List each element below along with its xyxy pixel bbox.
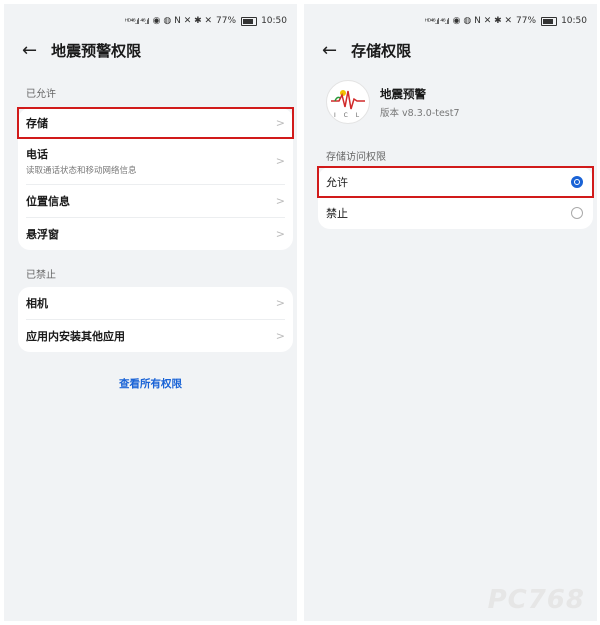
app-info: I C L 地震预警 版本 v8.3.0-test7 (326, 80, 460, 124)
permission-item-phone[interactable]: 电话 读取通话状态和移动网络信息 > (18, 138, 293, 184)
allowed-section-label: 已允许 (26, 89, 56, 100)
option-deny[interactable]: 禁止 (318, 197, 593, 229)
battery-icon (541, 16, 558, 26)
battery-percent: 77% (516, 16, 537, 26)
allowed-permissions-card: 存储 > 电话 读取通话状态和移动网络信息 > 位置信息 > 悬浮窗 > (17, 107, 294, 250)
permission-item-location[interactable]: 位置信息 > (18, 185, 293, 217)
page-title: 地震预警权限 (51, 42, 142, 60)
clock: 10:50 (261, 16, 287, 26)
signal-icon: ᴴᴰ⁴⁶.ıl ⁴⁶.ıl (124, 16, 150, 26)
app-name: 地震预警 (380, 86, 426, 101)
permission-item-camera[interactable]: 相机 > (18, 287, 293, 319)
permission-label: 电话 (26, 148, 48, 161)
app-logo-text: I C L (333, 112, 363, 119)
battery-percent: 77% (216, 16, 237, 26)
status-icons: ◉ ◍ N ✕ ✱ ✕ (452, 16, 513, 26)
option-label: 允许 (326, 176, 348, 189)
permission-item-install-apps[interactable]: 应用内安装其他应用 > (18, 320, 293, 352)
storage-permission-panel: ᴴᴰ⁴⁶.ıl ⁴⁶.ıl ◉ ◍ N ✕ ✱ ✕ 77% 10:50 ← 存储… (304, 4, 597, 621)
chevron-right-icon: > (275, 194, 285, 208)
permission-label: 悬浮窗 (26, 228, 59, 241)
battery-icon (241, 16, 258, 26)
back-arrow-icon[interactable]: ← (322, 41, 337, 60)
app-logo-icon: I C L (326, 80, 370, 124)
status-icons: ◉ ◍ N ✕ ✱ ✕ (152, 16, 213, 26)
storage-access-label: 存储访问权限 (326, 152, 386, 163)
storage-options-card: 允许 禁止 (317, 166, 594, 229)
signal-icon: ᴴᴰ⁴⁶.ıl ⁴⁶.ıl (424, 16, 450, 26)
chevron-right-icon: > (275, 154, 285, 168)
watermark: PC768 (487, 585, 585, 615)
permission-description: 读取通话状态和移动网络信息 (26, 166, 137, 176)
permission-item-storage[interactable]: 存储 > (17, 107, 294, 139)
permission-label: 存储 (26, 117, 48, 130)
chevron-right-icon: > (275, 116, 285, 130)
chevron-right-icon: > (275, 227, 285, 241)
permission-label: 相机 (26, 297, 48, 310)
option-label: 禁止 (326, 207, 348, 220)
option-allow[interactable]: 允许 (317, 166, 594, 198)
radio-unselected-icon[interactable] (571, 207, 583, 219)
permissions-panel: ᴴᴰ⁴⁶.ıl ⁴⁶.ıl ◉ ◍ N ✕ ✱ ✕ 77% 10:50 ← 地震… (4, 4, 297, 621)
view-all-permissions-link[interactable]: 查看所有权限 (4, 376, 297, 391)
status-bar: ᴴᴰ⁴⁶.ıl ⁴⁶.ıl ◉ ◍ N ✕ ✱ ✕ 77% 10:50 (125, 16, 287, 26)
permission-label: 位置信息 (26, 195, 70, 208)
back-arrow-icon[interactable]: ← (22, 41, 37, 60)
denied-permissions-card: 相机 > 应用内安装其他应用 > (18, 287, 293, 352)
radio-selected-icon[interactable] (571, 176, 583, 188)
chevron-right-icon: > (275, 329, 285, 343)
denied-section-label: 已禁止 (26, 270, 56, 281)
clock: 10:50 (561, 16, 587, 26)
permission-label: 应用内安装其他应用 (26, 330, 125, 343)
permission-item-overlay[interactable]: 悬浮窗 > (18, 218, 293, 250)
chevron-right-icon: > (275, 296, 285, 310)
page-title: 存储权限 (351, 42, 412, 60)
app-version: 版本 v8.3.0-test7 (380, 107, 460, 119)
status-bar: ᴴᴰ⁴⁶.ıl ⁴⁶.ıl ◉ ◍ N ✕ ✱ ✕ 77% 10:50 (425, 16, 587, 26)
